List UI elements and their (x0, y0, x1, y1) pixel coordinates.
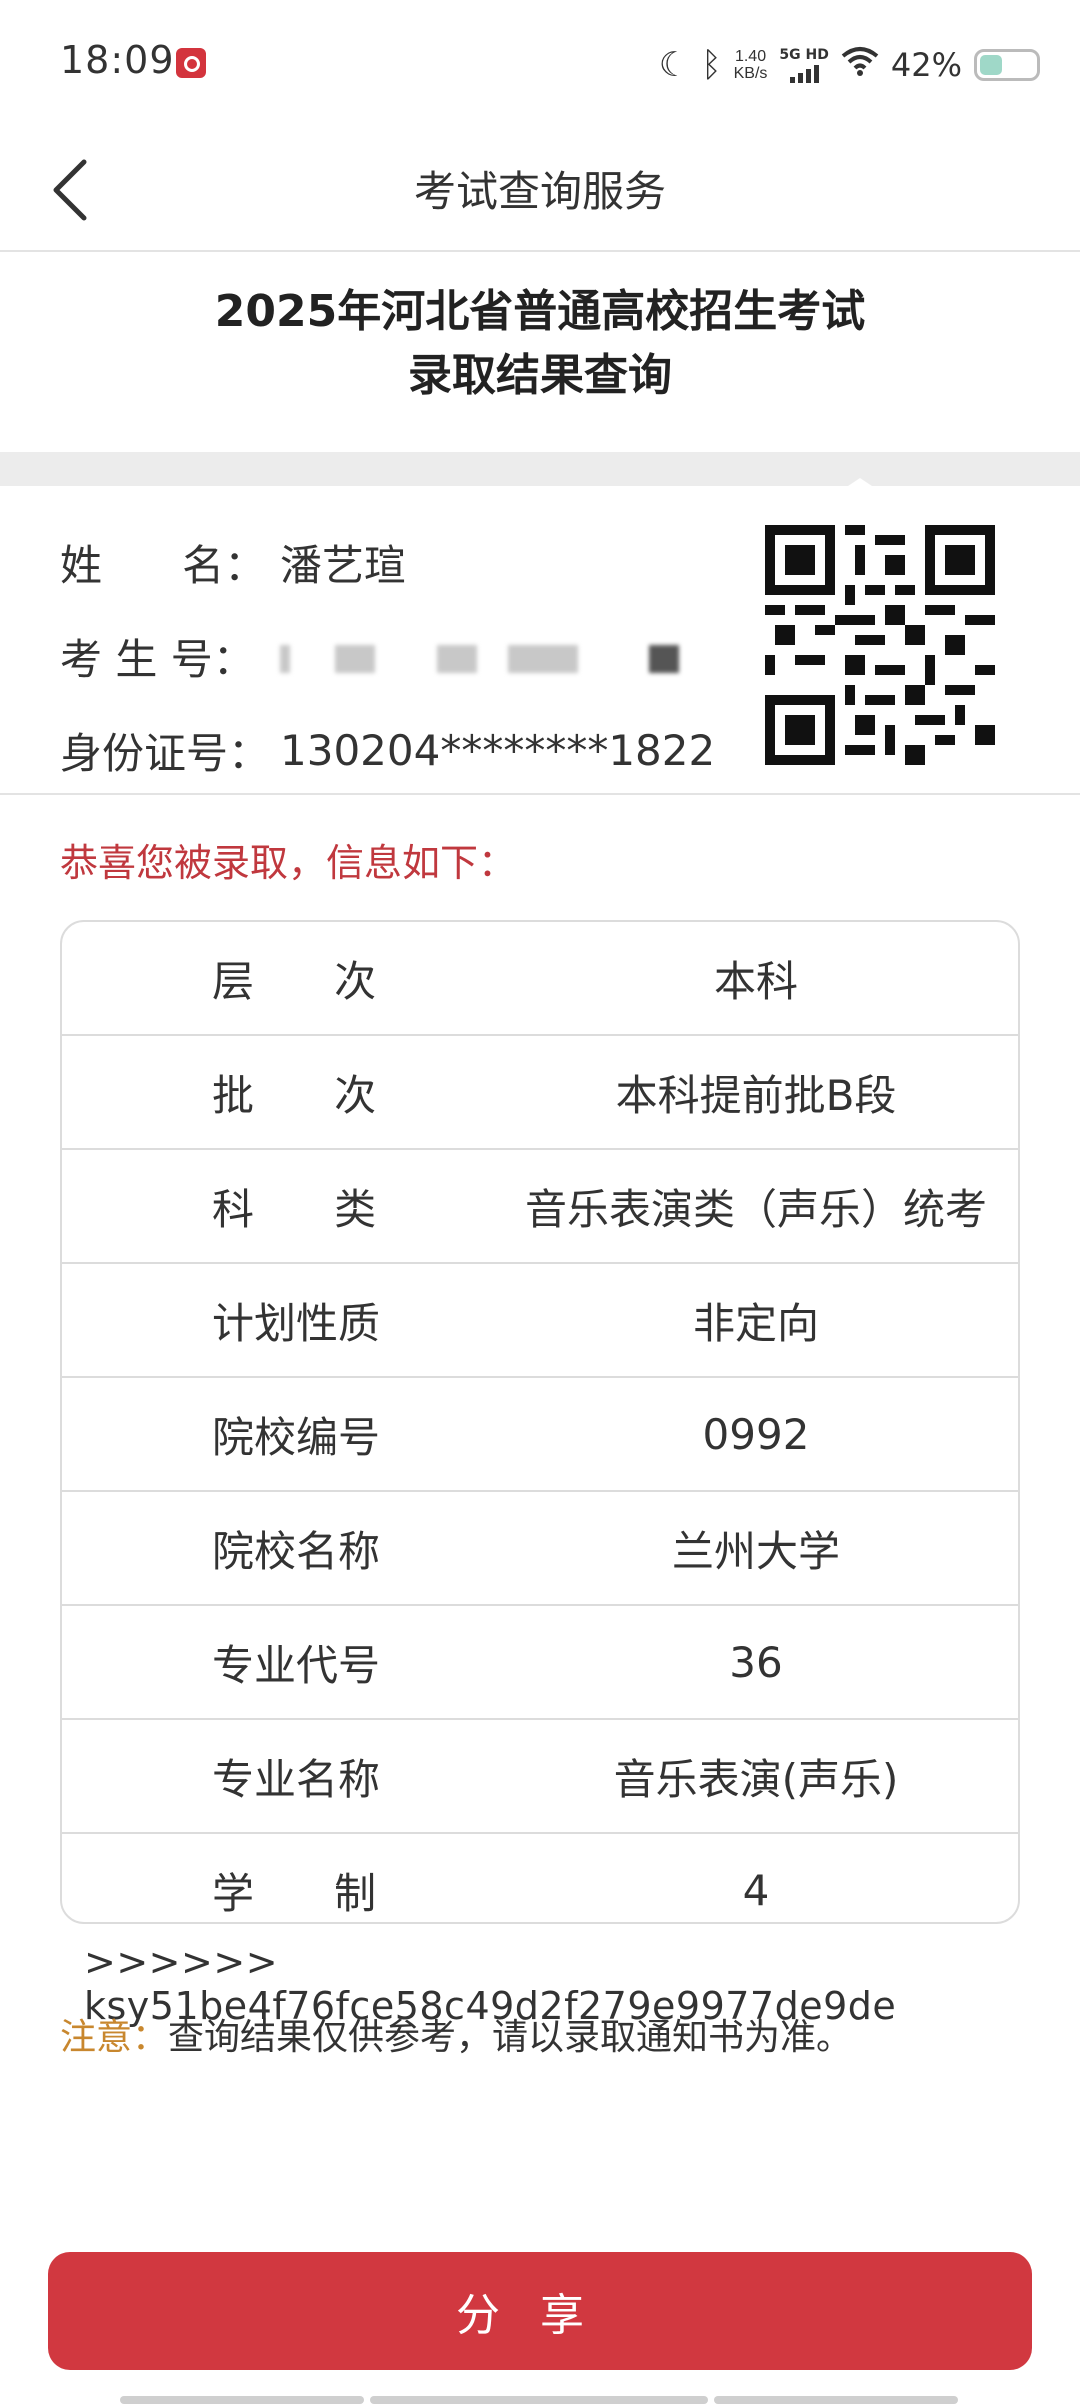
name-label: 姓 名： (60, 540, 267, 590)
battery-icon (974, 49, 1040, 81)
table-row: 专业名称 音乐表演(声乐) (62, 1720, 1018, 1834)
row-label: 科 类 (212, 1184, 377, 1234)
notice: 注意：查询结果仅供参考，请以录取通知书为准。 (60, 2008, 852, 2060)
share-button[interactable]: 分享 (48, 2252, 1032, 2370)
app-notification-icon (176, 48, 206, 78)
table-row: 层 次 本科 (62, 922, 1018, 1036)
nav-title: 考试查询服务 (413, 167, 666, 216)
candidate-info: 姓 名： 潘艺瑄 考 生 号： 身份证号： 130204********1822 (60, 515, 740, 797)
row-value: 4 (742, 1865, 770, 1915)
row-label: 计划性质 (212, 1298, 381, 1348)
page-title-line2: 录取结果查询 (408, 350, 672, 401)
row-label: 院校编号 (212, 1412, 381, 1462)
moon-icon: ☾ (658, 45, 690, 85)
idcard-label: 身份证号： (60, 728, 271, 778)
table-row: 院校名称 兰州大学 (62, 1492, 1018, 1606)
page-title: 2025年河北省普通高校招生考试 录取结果查询 (0, 280, 1080, 408)
exam-id-value-blurred (280, 632, 697, 681)
gesture-bar (120, 2396, 364, 2404)
row-label: 层 次 (212, 956, 377, 1006)
notch-decoration (830, 478, 890, 498)
row-label: 专业名称 (212, 1754, 381, 1804)
wifi-icon (841, 46, 879, 84)
gesture-bar (714, 2396, 958, 2404)
exam-id-label: 考 生 号： (60, 634, 255, 684)
notice-text: 查询结果仅供参考，请以录取通知书为准。 (168, 2017, 853, 2058)
section-divider (0, 452, 1080, 486)
network-speed: 1.40 KB/s (733, 48, 768, 82)
row-label: 院校名称 (212, 1526, 381, 1576)
notice-label: 注意： (60, 2017, 169, 2058)
signal-icon: 5G HD (779, 48, 829, 83)
row-label: 学 制 (212, 1868, 377, 1918)
bluetooth-icon: ᛒ (701, 45, 722, 85)
row-value: 36 (729, 1637, 783, 1687)
info-divider (0, 793, 1080, 795)
qr-code (765, 525, 995, 765)
table-row: 专业代号 36 (62, 1606, 1018, 1720)
row-label: 专业代号 (212, 1640, 381, 1690)
nav-bar: 考试查询服务 (0, 130, 1080, 252)
name-row: 姓 名： 潘艺瑄 (60, 515, 740, 609)
row-value: 本科 (713, 956, 798, 1006)
row-value: 非定向 (692, 1298, 819, 1348)
row-value: 音乐表演类（声乐）统考 (524, 1184, 987, 1234)
table-row: 科 类 音乐表演类（声乐）统考 (62, 1150, 1018, 1264)
row-value: 兰州大学 (671, 1526, 840, 1576)
table-row: 院校编号 0992 (62, 1378, 1018, 1492)
exam-id-row: 考 生 号： (60, 609, 740, 703)
table-row: 批 次 本科提前批B段 (62, 1036, 1018, 1150)
status-time: 18:09 (60, 38, 175, 82)
result-table: 层 次 本科批 次 本科提前批B段科 类 音乐表演类（声乐）统考计划性质 非定向院校编号… (60, 920, 1020, 1924)
idcard-row: 身份证号： 130204********1822 (60, 703, 740, 797)
row-label: 批 次 (212, 1070, 377, 1120)
table-row: 学 制 4 (62, 1834, 1018, 1922)
row-value: 本科提前批B段 (615, 1070, 897, 1120)
battery-percent: 42% (890, 46, 962, 84)
status-icons: ☾ ᛒ 1.40 KB/s 5G HD 42% (659, 40, 1040, 90)
row-value: 0992 (702, 1409, 810, 1459)
row-value: 音乐表演(声乐) (613, 1754, 899, 1804)
page-title-line1: 2025年河北省普通高校招生考试 (214, 286, 866, 337)
status-bar: 18:09 ☾ ᛒ 1.40 KB/s 5G HD 42% (0, 0, 1080, 130)
idcard-value: 130204********1822 (280, 725, 716, 775)
table-row: 计划性质 非定向 (62, 1264, 1018, 1378)
gesture-bar (370, 2396, 708, 2404)
name-value: 潘艺瑄 (280, 540, 407, 590)
congrats-message: 恭喜您被录取，信息如下： (60, 841, 517, 885)
